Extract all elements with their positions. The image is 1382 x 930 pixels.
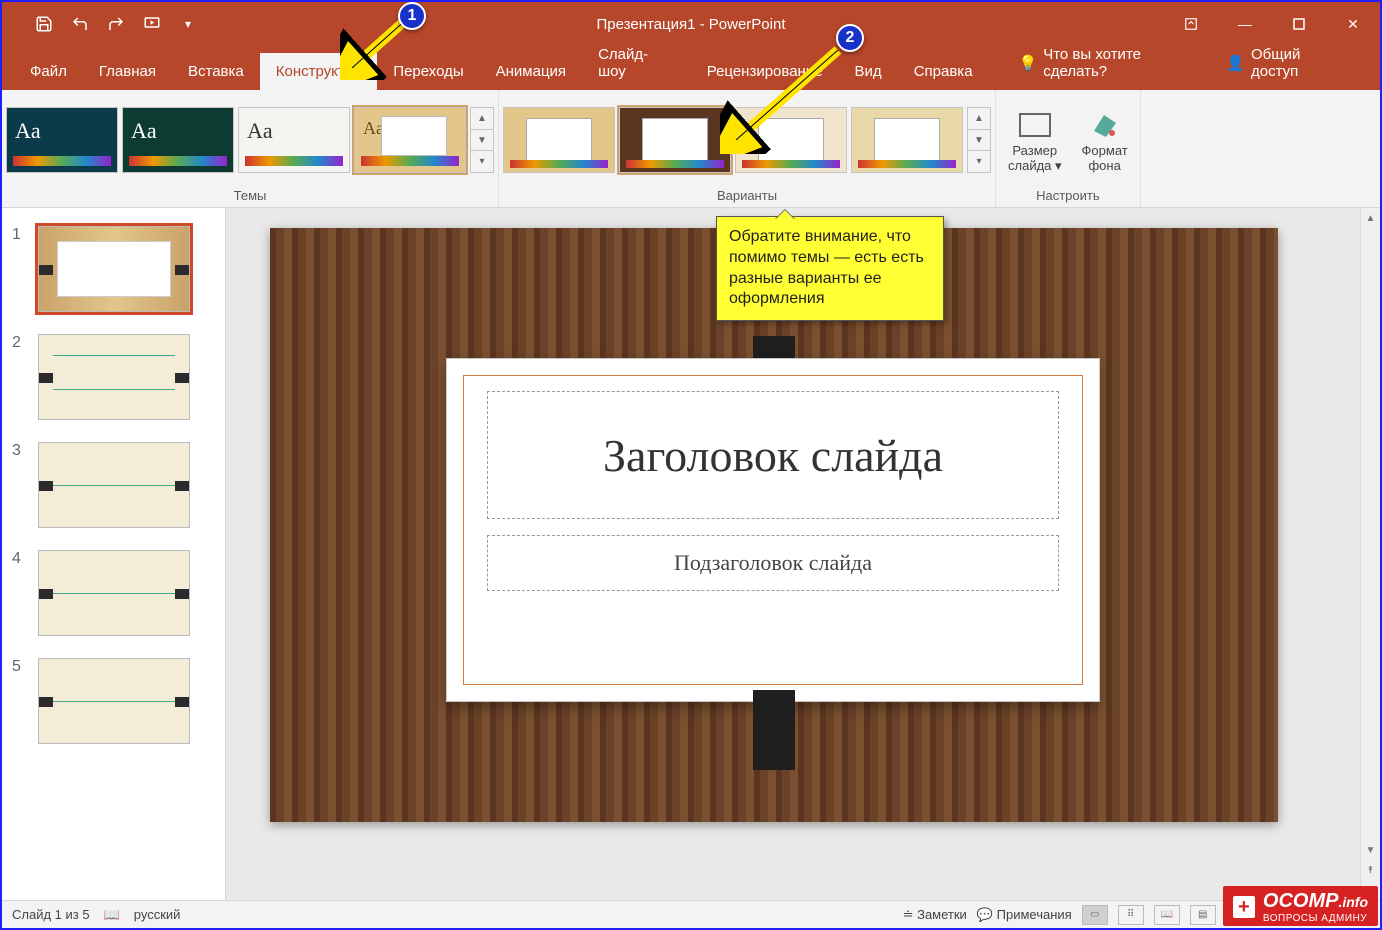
tab-review[interactable]: Рецензирование (691, 53, 839, 90)
variant-thumb-2[interactable] (619, 107, 731, 173)
status-bar: Слайд 1 из 5 📖 русский ≐ Заметки 💬 Приме… (2, 900, 1380, 928)
slide-number: 3 (12, 442, 28, 460)
annotation-badge-1: 1 (398, 2, 426, 30)
group-configure: Размер слайда ▾ Формат фона Настроить (996, 90, 1141, 207)
group-variants: ▲▼▾ Варианты (499, 90, 996, 207)
title-placeholder-text: Заголовок слайда (603, 429, 943, 482)
watermark-subtitle: ВОПРОСЫ АДМИНУ (1263, 913, 1368, 924)
redo-button[interactable] (102, 10, 130, 38)
vertical-scrollbar[interactable]: ▲ ▼ ⯭ ⯯ (1360, 208, 1380, 900)
start-slideshow-button[interactable] (138, 10, 166, 38)
theme-thumb-3[interactable]: Aa (238, 107, 350, 173)
format-bg-label-2: фона (1088, 158, 1120, 173)
slide-size-label-1: Размер (1012, 143, 1057, 158)
format-background-icon (1087, 107, 1123, 143)
tab-design[interactable]: Конструктор (260, 53, 378, 90)
tab-file[interactable]: Файл (14, 53, 83, 90)
variant-thumb-3[interactable] (735, 107, 847, 173)
comments-button[interactable]: 💬 Примечания (977, 907, 1072, 923)
subtitle-placeholder-text: Подзаголовок слайда (674, 550, 872, 576)
tab-insert[interactable]: Вставка (172, 53, 260, 90)
group-configure-label: Настроить (1000, 186, 1136, 205)
app-title: Презентация1 - PowerPoint (597, 16, 786, 33)
clip-bottom-decoration (753, 690, 795, 770)
theme-thumb-4[interactable]: Aa (354, 107, 466, 173)
slide-number: 2 (12, 334, 28, 352)
slide-card: Заголовок слайда Подзаголовок слайда (446, 358, 1100, 702)
minimize-button[interactable]: — (1218, 2, 1272, 46)
slide-number: 4 (12, 550, 28, 568)
subtitle-placeholder[interactable]: Подзаголовок слайда (487, 535, 1059, 591)
slide-thumb-4[interactable]: 4 (2, 546, 225, 654)
ribbon-tabs: Файл Главная Вставка Конструктор Переход… (2, 46, 1380, 90)
theme-thumb-1[interactable]: Aa (6, 107, 118, 173)
workspace: 1 2 3 4 5 Заголовок слайда Подзаголовок … (2, 208, 1380, 900)
scroll-up-icon[interactable]: ▲ (1361, 208, 1380, 228)
slide-thumbnail-panel[interactable]: 1 2 3 4 5 (2, 208, 226, 900)
tab-animations[interactable]: Анимация (480, 53, 582, 90)
prev-slide-icon[interactable]: ⯭ (1361, 860, 1380, 880)
slide-thumb-5[interactable]: 5 (2, 654, 225, 762)
tab-help[interactable]: Справка (898, 53, 989, 90)
lightbulb-icon: 💡 (1019, 54, 1038, 72)
save-button[interactable] (30, 10, 58, 38)
share-label: Общий доступ (1251, 46, 1350, 80)
title-placeholder[interactable]: Заголовок слайда (487, 391, 1059, 519)
slide-number: 1 (12, 226, 28, 244)
spellcheck-icon[interactable]: 📖 (104, 907, 120, 923)
variant-thumb-1[interactable] (503, 107, 615, 173)
group-variants-label: Варианты (503, 186, 991, 205)
window-controls: — ✕ (1044, 2, 1380, 46)
slide-thumb-2[interactable]: 2 (2, 330, 225, 438)
theme-thumb-2[interactable]: Aa (122, 107, 234, 173)
ribbon-design: Aa Aa Aa Aa ▲▼▾ Темы ▲▼▾ Варианты Размер… (2, 90, 1380, 208)
notes-button[interactable]: ≐ Заметки (903, 907, 967, 923)
variant-thumb-4[interactable] (851, 107, 963, 173)
slideshow-view-button[interactable]: ▤ (1190, 905, 1216, 925)
watermark-brand: OCOMP (1263, 890, 1339, 912)
scroll-down-icon[interactable]: ▼ (1361, 840, 1380, 860)
ribbon-display-options-button[interactable] (1164, 2, 1218, 46)
tab-view[interactable]: Вид (839, 53, 898, 90)
group-themes-label: Темы (6, 186, 494, 205)
slide-counter[interactable]: Слайд 1 из 5 (12, 907, 90, 922)
slide-thumb-1[interactable]: 1 (2, 222, 225, 330)
reading-view-button[interactable]: 📖 (1154, 905, 1180, 925)
watermark-tld: .info (1338, 894, 1368, 910)
annotation-badge-2: 2 (836, 24, 864, 52)
variants-gallery-more[interactable]: ▲▼▾ (967, 107, 991, 173)
share-icon: 👤 (1226, 54, 1245, 72)
normal-view-button[interactable]: ▭ (1082, 905, 1108, 925)
slide-number: 5 (12, 658, 28, 676)
slide-size-label-2: слайда ▾ (1008, 158, 1062, 174)
undo-button[interactable] (66, 10, 94, 38)
slide-size-icon (1017, 107, 1053, 143)
slide-size-button[interactable]: Размер слайда ▾ (1000, 103, 1070, 178)
format-background-button[interactable]: Формат фона (1074, 103, 1136, 177)
format-bg-label-1: Формат (1082, 143, 1128, 158)
watermark: + OCOMP.info ВОПРОСЫ АДМИНУ (1223, 886, 1378, 926)
tab-transitions[interactable]: Переходы (377, 53, 479, 90)
themes-gallery-more[interactable]: ▲▼▾ (470, 107, 494, 173)
language-indicator[interactable]: русский (134, 907, 181, 922)
annotation-tooltip: Обратите внимание, что помимо темы — ест… (716, 216, 944, 321)
group-themes: Aa Aa Aa Aa ▲▼▾ Темы (2, 90, 499, 207)
maximize-button[interactable] (1272, 2, 1326, 46)
slide-sorter-view-button[interactable]: ⠿ (1118, 905, 1144, 925)
tab-home[interactable]: Главная (83, 53, 172, 90)
qat-customize-icon[interactable]: ▾ (174, 10, 202, 38)
quick-access-toolbar: ▾ (2, 10, 202, 38)
tell-me-label: Что вы хотите сделать? (1043, 46, 1206, 80)
title-bar: ▾ Презентация1 - PowerPoint — ✕ (2, 2, 1380, 46)
watermark-plus-icon: + (1233, 896, 1255, 918)
slide-thumb-3[interactable]: 3 (2, 438, 225, 546)
close-button[interactable]: ✕ (1326, 2, 1380, 46)
